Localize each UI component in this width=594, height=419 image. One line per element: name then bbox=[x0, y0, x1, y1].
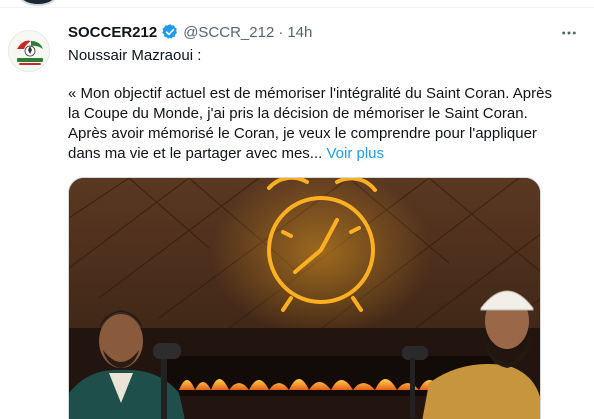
quote-line: la Coupe du Monde, j'ai pris la décision… bbox=[68, 105, 528, 122]
tweet-media-image[interactable] bbox=[68, 177, 541, 419]
timestamp[interactable]: 14h bbox=[287, 24, 312, 41]
tweet[interactable]: SOCCER212 @SCCR_212 · 14h Noussair Mazra… bbox=[0, 8, 594, 419]
quote-line-text: dans ma vie et le partager avec mes... bbox=[68, 145, 327, 162]
soccer212-logo-icon bbox=[9, 31, 49, 71]
quote-line: « Mon objectif actuel est de mémoriser l… bbox=[68, 85, 552, 102]
verified-badge-icon[interactable] bbox=[161, 23, 179, 41]
show-more-link[interactable]: Voir plus bbox=[326, 145, 384, 162]
tweet-header: SOCCER212 @SCCR_212 · 14h bbox=[68, 22, 312, 42]
previous-tweet-avatar[interactable] bbox=[18, 0, 58, 6]
quote-line-last: dans ma vie et le partager avec mes... V… bbox=[68, 144, 586, 164]
more-horizontal-icon bbox=[562, 31, 576, 35]
avatar[interactable] bbox=[8, 30, 50, 72]
separator-dot: · bbox=[278, 23, 284, 41]
quote-line: Après avoir mémorisé le Coran, je veux l… bbox=[68, 125, 537, 142]
more-options-button[interactable] bbox=[558, 22, 580, 44]
tweet-author-line: Noussair Mazraoui : bbox=[68, 47, 202, 64]
display-name[interactable]: SOCCER212 bbox=[68, 24, 157, 41]
tweet-quote: « Mon objectif actuel est de mémoriser l… bbox=[68, 84, 586, 164]
previous-tweet-strip bbox=[0, 0, 594, 8]
podcast-photo bbox=[69, 178, 540, 419]
handle[interactable]: @SCCR_212 bbox=[183, 24, 274, 41]
